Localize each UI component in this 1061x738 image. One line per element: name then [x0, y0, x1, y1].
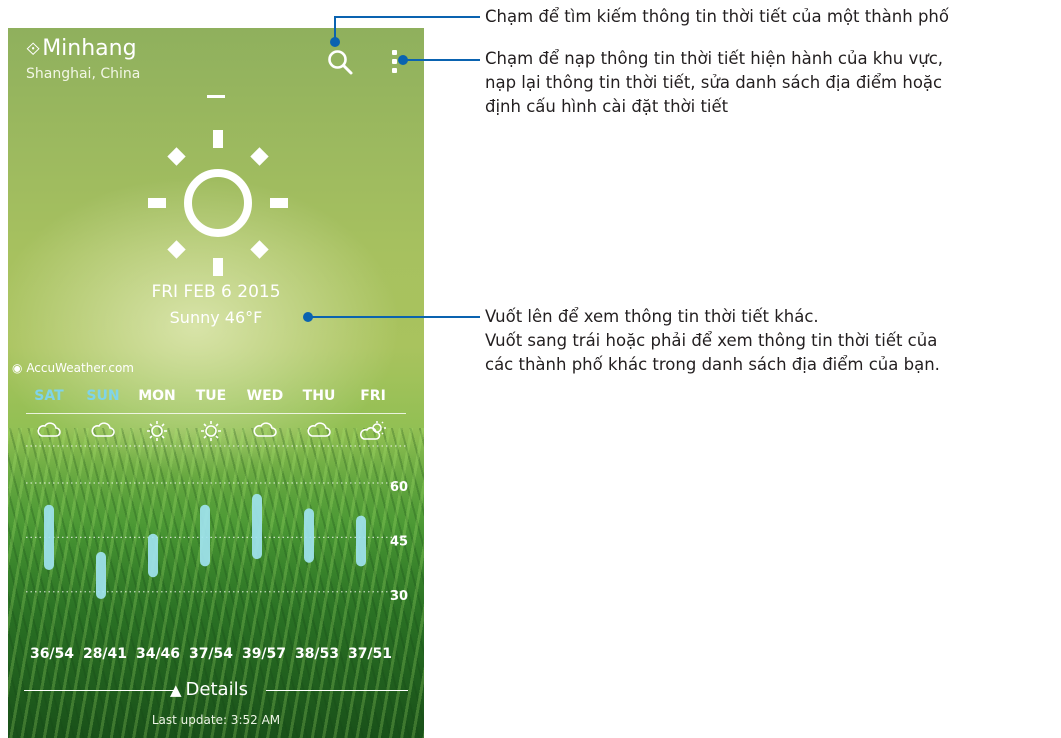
accuweather-icon: ◉: [12, 361, 23, 375]
accuweather-logo[interactable]: ◉ AccuWeather.com: [12, 361, 134, 375]
annotation-search: Chạm để tìm kiếm thông tin thời tiết của…: [485, 7, 949, 26]
annotation-line: Chạm để nạp thông tin thời tiết hiện hàn…: [485, 49, 944, 68]
temp-range-bar: [96, 551, 106, 599]
location-title[interactable]: ⟐Minhang: [26, 36, 137, 61]
sunny-icon: [148, 130, 288, 276]
details-button[interactable]: ▲ Details: [170, 679, 248, 700]
chart-y-tick: 45: [390, 534, 408, 549]
search-icon: [328, 50, 353, 75]
temp-range-bar: [356, 515, 366, 567]
temperature-chart: 60 45 30: [26, 445, 408, 604]
temp-range: 37/54: [188, 646, 234, 662]
temp-range-bar: [252, 493, 262, 560]
provider-label: AccuWeather.com: [26, 361, 134, 375]
annotation-line: Vuốt sang trái hoặc phải để xem thông ti…: [485, 331, 938, 350]
temp-range: 39/57: [241, 646, 287, 662]
current-condition: Sunny 46°F: [169, 308, 263, 327]
day-label: THU: [302, 388, 336, 404]
day-label: SUN: [86, 388, 120, 404]
temp-range-bar: [44, 504, 54, 570]
day-label: MON: [138, 388, 176, 404]
details-label: Details: [185, 679, 248, 700]
last-update: Last update: 3:52 AM: [151, 713, 281, 727]
temp-range-bar: [200, 504, 210, 567]
page-indicator: [207, 95, 225, 98]
city-name: Minhang: [42, 36, 137, 61]
days-divider: [26, 413, 406, 414]
day-label: SAT: [34, 388, 64, 404]
temp-range-bar: [304, 508, 314, 563]
annotation-line: Vuốt lên để xem thông tin thời tiết khác…: [485, 307, 819, 326]
search-button[interactable]: [326, 48, 354, 76]
annotation-swipe: Vuốt lên để xem thông tin thời tiết khác…: [485, 305, 940, 377]
temp-range: 28/41: [82, 646, 128, 662]
day-label: FRI: [360, 388, 386, 404]
annotation-line: định cấu hình cài đặt thời tiết: [485, 97, 729, 116]
current-date: FRI FEB 6 2015: [151, 282, 281, 302]
triangle-up-icon: ▲: [170, 681, 182, 699]
details-divider-left: [24, 690, 174, 691]
annotation-line: nạp lại thông tin thời tiết, sửa danh sá…: [485, 73, 943, 92]
region-label: Shanghai, China: [26, 66, 141, 82]
forecast-temps-row: 36/54 28/41 34/46 37/54 39/57 38/53 37/5…: [26, 646, 396, 662]
details-divider-right: [266, 690, 408, 691]
annotation-line: các thành phố khác trong danh sách địa đ…: [485, 355, 940, 374]
temp-range-bar: [148, 533, 158, 578]
temp-range: 36/54: [29, 646, 75, 662]
day-label: TUE: [195, 388, 227, 404]
day-label: WED: [246, 388, 284, 404]
more-menu-button[interactable]: [388, 50, 400, 76]
temp-range: 37/51: [347, 646, 393, 662]
chart-y-tick: 60: [390, 480, 408, 495]
temp-range: 34/46: [135, 646, 181, 662]
location-pin-icon: ⟐: [26, 39, 41, 60]
temp-range: 38/53: [294, 646, 340, 662]
forecast-days-row: SAT SUN MON TUE WED THU FRI: [26, 388, 396, 404]
more-vert-icon: [388, 50, 400, 73]
annotation-menu: Chạm để nạp thông tin thời tiết hiện hàn…: [485, 47, 943, 119]
weather-app-screen[interactable]: ⟐Minhang Shanghai, China FRI FEB 6 2015 …: [8, 28, 424, 738]
chart-y-tick: 30: [390, 589, 408, 604]
